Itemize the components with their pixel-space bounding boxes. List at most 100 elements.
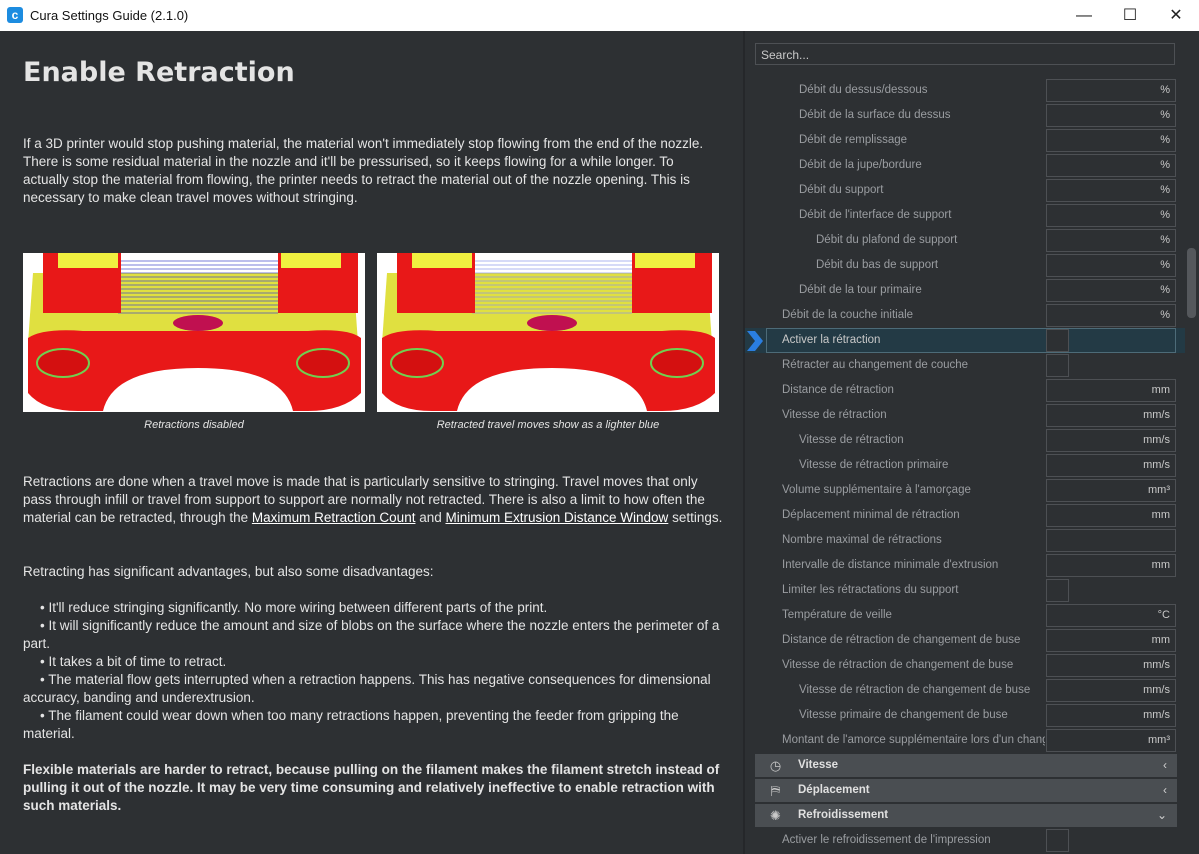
setting-row[interactable]: Volume supplémentaire à l'amorçage mm³ (745, 478, 1185, 503)
flexible-materials-note: Flexible materials are harder to retract… (23, 762, 720, 813)
setting-label: Rétracter au changement de couche (782, 359, 969, 371)
setting-row[interactable]: Débit de remplissage% (745, 128, 1185, 153)
setting-row[interactable]: Vitesse de rétraction de changement de b… (745, 678, 1185, 703)
setting-value-field[interactable]: mm/s (1046, 454, 1176, 477)
setting-value-field[interactable]: mm³ (1046, 729, 1176, 752)
title-bar: c Cura Settings Guide (2.1.0) — ☐ ✕ (0, 0, 1199, 32)
article-pane: Enable Retraction If a 3D printer would … (0, 31, 743, 854)
setting-label: Montant de l'amorce supplémentaire lors … (782, 734, 1045, 746)
image-caption: Retracted travel moves show as a lighter… (436, 419, 660, 431)
setting-row[interactable]: Activer la rétraction (745, 328, 1185, 353)
setting-value-field[interactable]: % (1046, 254, 1176, 277)
chevron-down-icon[interactable]: ⌄ (1157, 804, 1167, 827)
minimize-button[interactable]: — (1061, 0, 1107, 31)
setting-value-field[interactable]: % (1046, 279, 1176, 302)
maximize-button[interactable]: ☐ (1107, 0, 1153, 31)
setting-value-field[interactable]: mm (1046, 629, 1176, 652)
setting-value-field[interactable]: °C (1046, 604, 1176, 627)
search-input[interactable]: Search... (755, 43, 1175, 65)
setting-label: Débit de la tour primaire (799, 284, 922, 296)
setting-row[interactable]: Température de veille °C (745, 603, 1185, 628)
setting-label: Activer la rétraction (782, 334, 881, 346)
setting-label: Vitesse de rétraction de changement de b… (799, 684, 1031, 696)
setting-label: Intervalle de distance minimale d'extrus… (782, 559, 999, 571)
setting-row[interactable]: Débit de la surface du dessus% (745, 103, 1185, 128)
setting-row[interactable]: Distance de rétraction mm (745, 378, 1185, 403)
setting-label: Vitesse primaire de changement de buse (799, 709, 1008, 721)
category-header[interactable]: ⛿ Déplacement ‹ (755, 779, 1177, 802)
setting-value-field[interactable]: % (1046, 304, 1176, 327)
setting-row[interactable]: Activer le refroidissement de l'impressi… (745, 828, 1185, 853)
settings-panel: Search... Débit du dessus/dessous% Débit … (745, 31, 1199, 854)
setting-row[interactable]: Débit de la jupe/bordure% (745, 153, 1185, 178)
setting-value-field[interactable]: % (1046, 229, 1176, 252)
setting-row[interactable]: Déplacement minimal de rétraction mm (745, 503, 1185, 528)
setting-row[interactable]: Débit du dessus/dessous% (745, 78, 1185, 103)
setting-row[interactable]: Intervalle de distance minimale d'extrus… (745, 553, 1185, 578)
setting-row[interactable]: Vitesse de rétraction mm/s (745, 428, 1185, 453)
scrollbar-thumb[interactable] (1187, 248, 1196, 318)
category-header[interactable]: ◷ Vitesse ‹ (755, 754, 1177, 777)
setting-row[interactable]: Débit du plafond de support% (745, 228, 1185, 253)
category-header[interactable]: ✺ Refroidissement ⌄ (755, 804, 1177, 827)
setting-value-field[interactable]: % (1046, 104, 1176, 127)
max-retraction-count-link[interactable]: Maximum Retraction Count (252, 510, 416, 525)
setting-value-field[interactable]: % (1046, 129, 1176, 152)
retracted-travel-moves-image (377, 253, 719, 412)
setting-label: Débit de la jupe/bordure (799, 159, 922, 171)
setting-label: Débit de la couche initiale (782, 309, 914, 321)
setting-row[interactable]: Montant de l'amorce supplémentaire lors … (745, 728, 1185, 753)
chevron-left-icon[interactable]: ‹ (1163, 779, 1167, 802)
setting-row[interactable]: Vitesse de rétraction primaire mm/s (745, 453, 1185, 478)
setting-label: Distance de rétraction (782, 384, 894, 396)
setting-value-field[interactable] (1046, 529, 1176, 552)
setting-value-field[interactable]: % (1046, 79, 1176, 102)
setting-value-field[interactable]: % (1046, 204, 1176, 227)
setting-row[interactable]: Limiter les rétractations du support (745, 578, 1185, 603)
window-title: Cura Settings Guide (2.1.0) (30, 8, 189, 23)
setting-label: Volume supplémentaire à l'amorçage (782, 484, 971, 496)
list-item: • It takes a bit of time to retract. (40, 654, 227, 669)
setting-label: Débit de la surface du dessus (799, 109, 951, 121)
setting-row[interactable]: Débit du bas de support% (745, 253, 1185, 278)
setting-row[interactable]: Débit de la couche initiale% (745, 303, 1185, 328)
setting-row[interactable]: Rétracter au changement de couche (745, 353, 1185, 378)
list-item: • The filament could wear down when too … (23, 708, 679, 741)
setting-value-field[interactable]: % (1046, 154, 1176, 177)
setting-row[interactable]: Débit de l'interface de support% (745, 203, 1185, 228)
setting-value-field[interactable]: mm/s (1046, 679, 1176, 702)
setting-label: Déplacement minimal de rétraction (782, 509, 960, 521)
setting-checkbox[interactable] (1046, 354, 1069, 377)
setting-label: Activer le refroidissement de l'impressi… (782, 834, 991, 846)
setting-value-field[interactable]: mm/s (1046, 404, 1176, 427)
setting-value-field[interactable]: mm/s (1046, 704, 1176, 727)
chevron-left-icon[interactable]: ‹ (1163, 754, 1167, 777)
setting-value-field[interactable]: mm/s (1046, 654, 1176, 677)
close-button[interactable]: ✕ (1153, 0, 1199, 31)
list-item: • The material flow gets interrupted whe… (23, 672, 711, 705)
app-logo-icon: c (7, 7, 23, 23)
setting-row[interactable]: Nombre maximal de rétractions (745, 528, 1185, 553)
setting-value-field[interactable]: mm/s (1046, 429, 1176, 452)
list-item: • It will significantly reduce the amoun… (23, 618, 720, 651)
setting-label: Vitesse de rétraction primaire (799, 459, 949, 471)
setting-checkbox[interactable] (1046, 579, 1069, 602)
setting-row[interactable]: Vitesse de rétraction de changement de b… (745, 653, 1185, 678)
min-extrusion-window-link[interactable]: Minimum Extrusion Distance Window (445, 510, 668, 525)
stringing-paragraph: Retractions are done when a travel move … (23, 473, 723, 527)
setting-row[interactable]: Débit de la tour primaire% (745, 278, 1185, 303)
setting-row[interactable]: Débit du support% (745, 178, 1185, 203)
category-label: Refroidissement (798, 809, 889, 821)
setting-checkbox[interactable] (1046, 329, 1069, 352)
setting-value-field[interactable]: mm (1046, 554, 1176, 577)
setting-row[interactable]: Vitesse primaire de changement de buse mm… (745, 703, 1185, 728)
setting-value-field[interactable]: mm (1046, 379, 1176, 402)
setting-row[interactable]: Distance de rétraction de changement de … (745, 628, 1185, 653)
setting-value-field[interactable]: % (1046, 179, 1176, 202)
setting-row[interactable]: Vitesse de rétraction mm/s (745, 403, 1185, 428)
setting-label: Débit du plafond de support (816, 234, 958, 246)
setting-value-field[interactable]: mm³ (1046, 479, 1176, 502)
setting-checkbox[interactable] (1046, 829, 1069, 852)
image-caption: Retractions disabled (144, 419, 244, 431)
setting-value-field[interactable]: mm (1046, 504, 1176, 527)
